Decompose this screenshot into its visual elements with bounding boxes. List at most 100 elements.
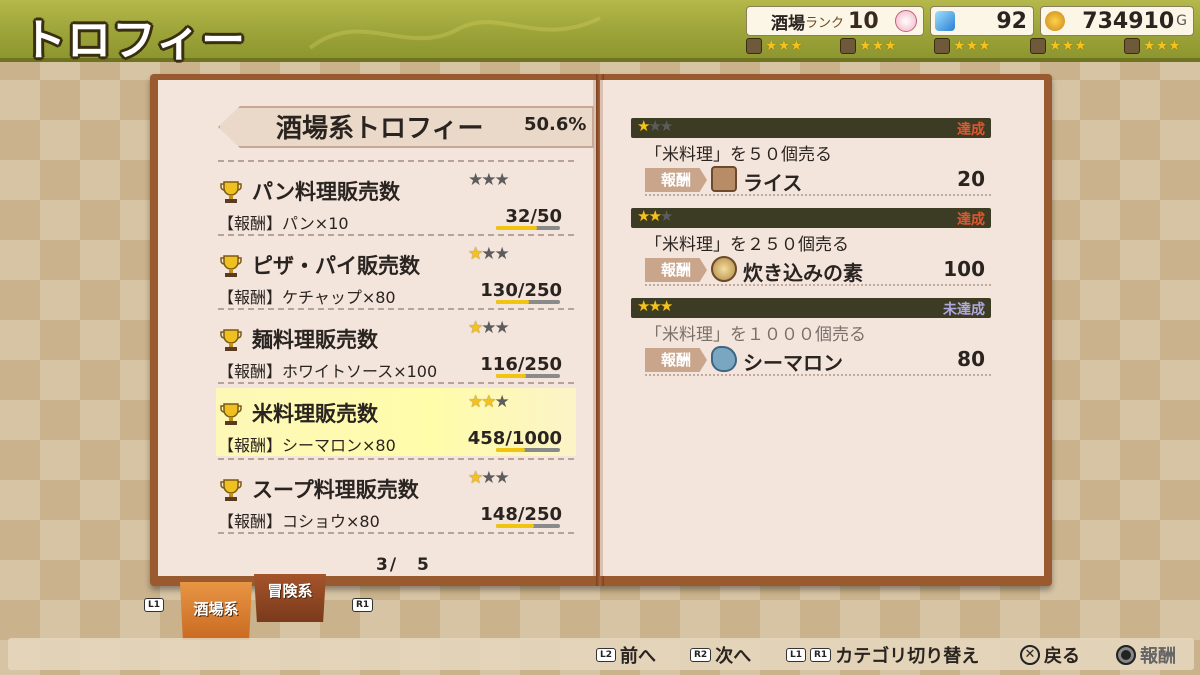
trophy-progress: 148/250	[480, 504, 562, 525]
back-label: 戻る	[1044, 646, 1080, 667]
trophy-book: 酒場系トロフィー 50.6% パン料理販売数 【報酬】パン×10 ★★★ 32/50 ピ…	[150, 74, 1052, 586]
star-empty-icon: ★	[648, 117, 662, 135]
next-label: 次へ	[715, 646, 752, 667]
rating-stars: ★★★	[953, 38, 991, 54]
trophy-entry[interactable]: 米料理販売数 【報酬】シーマロン×80 ★★★ 458/1000	[216, 388, 576, 456]
tab-adventure[interactable]: 冒険系	[254, 574, 326, 622]
goal-reward-row: 報酬 シーマロン 80	[645, 344, 991, 376]
star-filled-icon: ★	[481, 392, 496, 412]
reward-control[interactable]: 報酬	[1116, 642, 1176, 668]
reward-label: 報酬	[1140, 646, 1176, 667]
star-filled-icon: ★	[637, 297, 651, 315]
l1-hint: L1	[786, 648, 806, 662]
back-control[interactable]: ✕ 戻る	[1020, 642, 1080, 668]
tab-tavern[interactable]: 酒場系	[180, 582, 252, 640]
trophy-entry[interactable]: 麺料理販売数 【報酬】ホワイトソース×100 ★★★ 116/250	[216, 314, 576, 382]
divider	[218, 160, 574, 162]
trophy-entry[interactable]: パン料理販売数【報酬】パン×10 ★★★ 32/50	[216, 166, 576, 234]
page-indicator: 3/ 5	[376, 555, 431, 575]
trophy-icon	[220, 255, 242, 277]
trophy-stars: ★★★	[468, 392, 510, 412]
star-empty-icon: ★	[659, 117, 674, 135]
tavern-sign-icon	[746, 38, 762, 54]
rank-value: 10	[848, 8, 879, 34]
trophy-stars: ★★★	[468, 318, 510, 338]
trophy-progress: 32/50	[505, 206, 562, 227]
reward-name: ライス	[743, 171, 803, 195]
cross-button-icon: ✕	[1020, 645, 1040, 665]
star-filled-icon: ★	[659, 297, 674, 315]
divider	[218, 458, 574, 460]
prev-control[interactable]: L2 前へ	[596, 642, 656, 668]
rank-sub-label: ランク	[805, 15, 845, 31]
trophy-stars: ★★★	[468, 170, 510, 190]
trophy-entry[interactable]: ピザ・パイ販売数 【報酬】ケチャップ×80 ★★★ 130/250	[216, 240, 576, 308]
rating-stars: ★★★	[1049, 38, 1087, 54]
trophy-reward: 【報酬】パン×10	[218, 214, 349, 233]
divider	[218, 308, 574, 310]
trophy-progress: 458/1000	[467, 428, 562, 449]
tavern-rank-display: 酒場 ランク 10	[746, 6, 924, 36]
star-filled-icon: ★	[765, 38, 778, 54]
r2-button-hint: R2	[690, 648, 712, 662]
star-filled-icon: ★	[1049, 38, 1062, 54]
star-filled-icon: ★	[965, 38, 979, 54]
star-filled-icon: ★	[1155, 38, 1169, 54]
next-control[interactable]: R2 次へ	[690, 642, 751, 668]
star-filled-icon: ★	[777, 38, 791, 54]
trophy-progress: 116/250	[480, 354, 562, 375]
progress-fill	[496, 524, 534, 528]
star-empty-icon: ★	[494, 468, 510, 488]
reward-quantity: 20	[957, 167, 985, 191]
divider	[218, 532, 574, 534]
seasoning-bowl-icon	[711, 256, 737, 282]
rating-stars: ★★★	[765, 38, 803, 54]
header-ornament	[308, 16, 601, 50]
goal-status: 未達成	[943, 302, 985, 318]
star-filled-icon: ★	[871, 38, 885, 54]
progress-fill	[496, 448, 526, 452]
trophy-reward: 【報酬】ケチャップ×80	[218, 288, 396, 307]
star-filled-icon: ★	[468, 392, 483, 412]
category-switch-control[interactable]: L1 R1 カテゴリ切り替え	[786, 642, 979, 668]
goal-description: 「米料理」を１０００個売る	[645, 325, 866, 345]
category-title: 酒場系トロフィー	[276, 114, 484, 144]
divider	[218, 234, 574, 236]
goal-stars: ★★★	[637, 207, 673, 225]
gem-counter: 92	[930, 6, 1034, 36]
book-icon	[840, 38, 856, 54]
progress-bar	[496, 300, 560, 304]
page-title: トロフィー	[22, 15, 247, 66]
rating-stars: ★★★	[1143, 38, 1181, 54]
goal-header: ★★★ 未達成	[631, 297, 991, 318]
trophy-entry[interactable]: スープ料理販売数 【報酬】コショウ×80 ★★★ 148/250	[216, 464, 576, 532]
trophy-reward: 【報酬】コショウ×80	[218, 512, 380, 531]
goal-description: 「米料理」を５０個売る	[645, 145, 832, 165]
l2-button-hint: L2	[596, 648, 616, 662]
facility-rating: ★★★	[934, 38, 991, 54]
bag-icon	[1124, 38, 1140, 54]
star-filled-icon: ★	[884, 38, 897, 54]
star-filled-icon: ★	[637, 117, 651, 135]
progress-bar	[496, 374, 560, 378]
facility-rating: ★★★	[1030, 38, 1087, 54]
progress-fill	[496, 300, 530, 304]
reward-tag: 報酬	[645, 348, 707, 372]
circle-button-icon	[1116, 645, 1136, 665]
star-filled-icon: ★	[1168, 38, 1181, 54]
goal-stars: ★★★	[637, 117, 674, 135]
reward-quantity: 100	[943, 257, 985, 281]
reward-name: 炊き込みの素	[743, 261, 863, 285]
star-filled-icon: ★	[953, 38, 966, 54]
trophy-stars: ★★★	[468, 468, 510, 488]
rice-bag-icon	[711, 166, 737, 192]
trophy-reward: 【報酬】ホワイトソース×100	[218, 362, 438, 381]
star-empty-icon: ★	[481, 170, 496, 190]
trophy-name: パン料理販売数	[252, 180, 401, 204]
fish-icon	[711, 346, 737, 372]
star-filled-icon: ★	[468, 318, 483, 338]
category-percent: 50.6%	[524, 114, 587, 135]
star-filled-icon: ★	[648, 207, 662, 225]
goal-stars: ★★★	[637, 297, 674, 315]
gem-icon	[935, 11, 955, 31]
